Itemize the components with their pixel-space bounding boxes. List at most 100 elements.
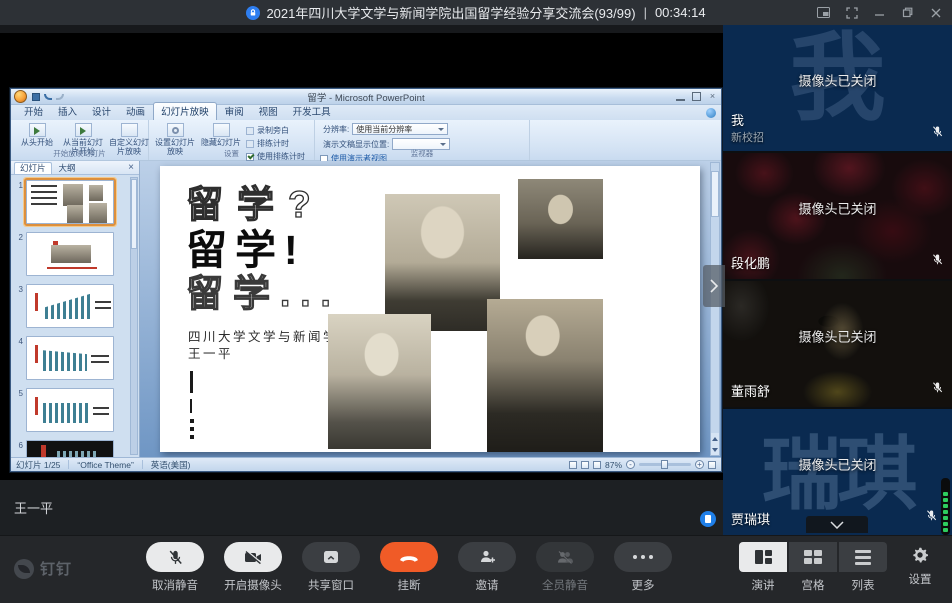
portrait-photo-3	[328, 314, 431, 449]
settings-button[interactable]: 设置	[897, 546, 943, 587]
participant-tile-me[interactable]: 我 摄像头已关闭 我 新校招	[723, 25, 952, 151]
pip-mode-button[interactable]	[817, 6, 830, 19]
invite-button[interactable]: 邀请	[458, 542, 516, 593]
hide-slide-icon	[213, 123, 230, 137]
tab-animations[interactable]: 动画	[119, 103, 152, 120]
maximize-button[interactable]	[901, 6, 914, 19]
zoom-slider[interactable]	[639, 463, 691, 466]
sidebar-collapse-button[interactable]	[703, 265, 725, 307]
next-slide-icon[interactable]	[712, 448, 718, 452]
hangup-button[interactable]: 挂断	[380, 542, 438, 593]
ppt-maximize-button[interactable]	[692, 92, 701, 101]
participant-name: 段化鹏	[731, 253, 770, 272]
ppt-close-button[interactable]: ×	[708, 92, 717, 101]
play-icon	[75, 123, 92, 137]
share-bottom-strip	[0, 480, 723, 535]
mic-muted-icon	[167, 549, 184, 566]
minimize-button[interactable]	[873, 6, 886, 19]
tab-review[interactable]: 审阅	[218, 103, 251, 120]
tab-home[interactable]: 开始	[17, 103, 50, 120]
pane-tab-slides[interactable]: 幻灯片	[14, 162, 52, 174]
slide-thumbnail-6[interactable]: 6	[14, 440, 127, 457]
titlebar: 2021年四川大学文学与新闻学院出国留学经验分享交流会(93/99) | 00:…	[0, 0, 952, 25]
participant-tile-2[interactable]: 摄像头已关闭 段化鹏	[723, 153, 952, 279]
tab-insert[interactable]: 插入	[51, 103, 84, 120]
tab-developer[interactable]: 开发工具	[286, 103, 338, 120]
dingtalk-brand: 钉钉	[14, 558, 72, 579]
zoom-in-icon[interactable]: +	[695, 460, 704, 469]
tab-slideshow[interactable]: 幻灯片放映	[153, 102, 217, 120]
play-icon	[29, 123, 46, 137]
timer-icon	[246, 140, 254, 148]
record-narration-option[interactable]: 录制旁白	[246, 125, 305, 136]
from-beginning-button[interactable]: 从头开始	[16, 123, 58, 147]
pane-tab-outline[interactable]: 大纲	[54, 162, 81, 174]
zoom-level: 87%	[605, 460, 622, 470]
previous-slide-icon[interactable]	[712, 437, 718, 441]
mic-muted-icon	[925, 509, 938, 527]
help-icon[interactable]	[706, 108, 716, 118]
theme-name: “Office Theme”	[77, 460, 133, 470]
slide-thumbnail-4[interactable]: 4	[14, 336, 127, 380]
record-icon	[246, 127, 254, 135]
grid-view-icon	[804, 550, 822, 564]
view-switcher: 演讲 宫格 列表	[739, 542, 887, 593]
ribbon-group-start-show: 从头开始 从当前幻灯片开始 自定义幻灯片放映 开始放映幻灯片	[11, 120, 149, 160]
collapse-videos-button[interactable]	[806, 516, 868, 533]
camera-off-icon	[244, 550, 263, 565]
bottom-toolbar: 钉钉 取消静音 开启摄像头 共享窗口	[0, 535, 952, 603]
current-slide: 留学? 留学! 留学... 四川大学文学与新闻学院 王一平	[160, 166, 700, 452]
slide-thumbnail-1[interactable]: 1	[14, 180, 127, 224]
fullscreen-button[interactable]	[845, 6, 858, 19]
resolution-dropdown[interactable]: 使用当前分辨率	[352, 123, 448, 135]
canvas-scrollbar[interactable]	[710, 162, 720, 456]
powerpoint-window: 留学 - Microsoft PowerPoint × 开始 插入 设计 动画 …	[10, 88, 722, 472]
fit-to-window-icon[interactable]	[708, 461, 716, 469]
mute-all-icon	[556, 550, 574, 565]
share-assistant-icon[interactable]	[700, 511, 716, 527]
portrait-photo-4	[487, 299, 603, 452]
speaker-view-button[interactable]: 演讲	[739, 542, 787, 593]
participants-sidebar: 我 摄像头已关闭 我 新校招 摄像头已关闭 段化鹏 摄像头已关闭 董雨舒 瑞琪 …	[723, 25, 952, 535]
zoom-out-icon[interactable]: -	[626, 460, 635, 469]
normal-view-icon[interactable]	[569, 461, 577, 469]
speaker-name-label: 王一平	[14, 498, 53, 517]
mute-all-button[interactable]: 全员静音	[536, 542, 594, 593]
portrait-photo-2	[518, 179, 603, 259]
participant-name: 我	[731, 110, 744, 129]
volume-meter	[941, 478, 950, 535]
portrait-photo-1	[385, 194, 500, 331]
ppt-ribbon-tabs: 开始 插入 设计 动画 幻灯片放映 审阅 视图 开发工具	[11, 105, 721, 120]
slides-pane: 幻灯片 大纲 × 1	[11, 161, 140, 457]
pane-scrollbar[interactable]	[130, 177, 138, 455]
mic-muted-icon	[931, 253, 944, 271]
hide-slide-button[interactable]: 隐藏幻灯片	[200, 123, 242, 147]
tab-design[interactable]: 设计	[85, 103, 118, 120]
ppt-window-title: 留学 - Microsoft PowerPoint	[11, 90, 721, 104]
slide-counter: 幻灯片 1/25	[16, 459, 60, 471]
slide-thumbnail-2[interactable]: 2	[14, 232, 127, 276]
participant-tile-3[interactable]: 摄像头已关闭 董雨舒	[723, 281, 952, 407]
dingtalk-logo	[14, 559, 34, 579]
camera-on-button[interactable]: 开启摄像头	[224, 542, 282, 593]
share-window-button[interactable]: 共享窗口	[302, 542, 360, 593]
mic-muted-icon	[931, 381, 944, 399]
unmute-button[interactable]: 取消静音	[146, 542, 204, 593]
tab-view[interactable]: 视图	[252, 103, 285, 120]
slideshow-view-icon[interactable]	[593, 461, 601, 469]
slide-thumbnail-3[interactable]: 3	[14, 284, 127, 328]
lock-icon	[246, 6, 260, 20]
list-view-button[interactable]: 列表	[839, 542, 887, 593]
camera-off-label: 摄像头已关闭	[723, 327, 952, 346]
slide-thumbnail-5[interactable]: 5	[14, 388, 127, 432]
slideshow-icon	[121, 123, 138, 137]
pane-close-icon[interactable]: ×	[126, 162, 136, 173]
close-button[interactable]	[929, 6, 942, 19]
slide-title-outline-2: 留学...	[186, 263, 341, 317]
more-button[interactable]: 更多	[614, 542, 672, 593]
shared-screen-area: 留学 - Microsoft PowerPoint × 开始 插入 设计 动画 …	[0, 25, 723, 535]
ppt-ribbon: 从头开始 从当前幻灯片开始 自定义幻灯片放映 开始放映幻灯片	[11, 120, 721, 161]
ppt-minimize-button[interactable]	[676, 92, 685, 101]
grid-view-button[interactable]: 宫格	[789, 542, 837, 593]
sorter-view-icon[interactable]	[581, 461, 589, 469]
